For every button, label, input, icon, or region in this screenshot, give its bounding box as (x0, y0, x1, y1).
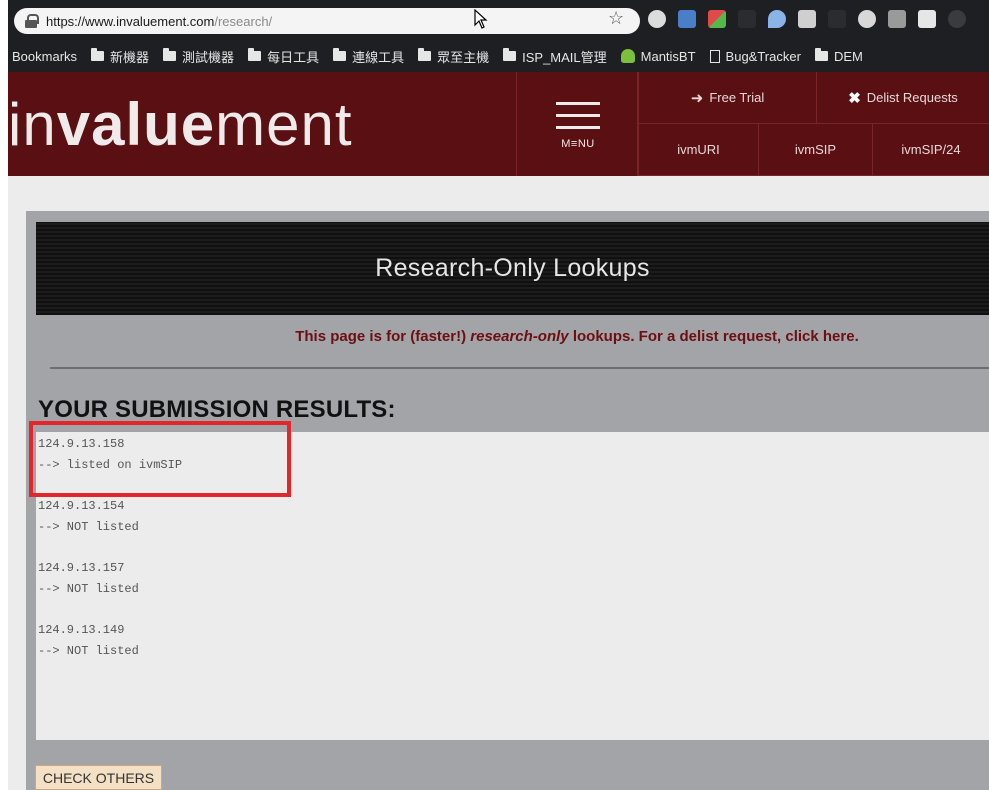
extension-icon[interactable] (708, 10, 726, 28)
results-heading: YOUR SUBMISSION RESULTS: (38, 396, 396, 423)
result-status: --> NOT listed (38, 644, 139, 658)
page-banner: Research-Only Lookups (36, 222, 989, 315)
url-host: https://www.invaluement.com (46, 13, 215, 29)
bookmark-item[interactable]: 新機器 (91, 47, 149, 66)
divider (50, 367, 989, 369)
menu-button[interactable]: M≡NU (516, 72, 638, 176)
result-item: 124.9.13.149 --> NOT listed (38, 620, 139, 662)
result-ip: 124.9.13.154 (38, 499, 125, 513)
bookmark-item[interactable]: 測試機器 (163, 47, 234, 66)
nav-ivmsip24[interactable]: ivmSIP/24 (872, 124, 989, 176)
nav-ivmuri[interactable]: ivmURI (638, 124, 758, 176)
check-others-button[interactable]: CHECK OTHERS (35, 765, 162, 790)
highlight-annotation (29, 421, 291, 497)
result-item: 124.9.13.157 --> NOT listed (38, 558, 139, 600)
hamburger-icon (556, 102, 600, 130)
notice-text: This page is for (faster!) research-only… (295, 328, 859, 345)
bookmark-item[interactable]: MantisBT (620, 49, 696, 64)
site-header: invaluement M≡NU ➜ Free Trial ✖ Delist R… (8, 72, 989, 176)
folder-icon (814, 48, 828, 61)
extension-icon[interactable] (858, 10, 876, 28)
folder-icon (418, 48, 432, 61)
result-item: 124.9.13.154 --> NOT listed (38, 496, 139, 538)
site-logo[interactable]: invaluement (8, 90, 353, 159)
close-icon: ✖ (848, 89, 861, 107)
bookmark-item[interactable]: 眾至主機 (418, 47, 489, 66)
page-title: Research-Only Lookups (375, 254, 650, 282)
extension-icon[interactable] (648, 10, 666, 28)
bookmark-star-icon[interactable]: ☆ (608, 8, 624, 29)
bookmark-item[interactable]: 每日工具 (248, 47, 319, 66)
result-status: --> NOT listed (38, 520, 139, 534)
folder-icon (248, 48, 262, 61)
mantis-icon (620, 49, 635, 63)
lock-icon (24, 14, 39, 28)
extension-icon[interactable] (768, 10, 786, 28)
free-trial-button[interactable]: ➜ Free Trial (638, 72, 816, 124)
mouse-cursor-icon (474, 9, 488, 29)
bookmarks-bar: Bookmarks 新機器 測試機器 每日工具 連線工具 眾至主機 ISP_MA… (8, 40, 989, 72)
bookmark-item[interactable]: DEM (814, 48, 863, 64)
extension-icon[interactable] (738, 10, 756, 28)
extension-icon[interactable] (918, 10, 936, 28)
sign-in-icon: ➜ (690, 89, 704, 107)
browser-address-bar: https://www.invaluement.com/research/ ☆ (8, 0, 989, 40)
extension-icon[interactable] (828, 10, 846, 28)
bookmark-item[interactable]: ISP_MAIL管理 (503, 47, 607, 66)
extension-icon[interactable] (888, 10, 906, 28)
delist-requests-button[interactable]: ✖ Delist Requests (816, 72, 989, 124)
url-field[interactable]: https://www.invaluement.com/research/ (14, 8, 640, 34)
delist-link[interactable]: lookups. For a delist request, click her… (569, 328, 859, 345)
extension-icon[interactable] (948, 10, 966, 28)
bookmarks-label[interactable]: Bookmarks (8, 49, 77, 64)
bookmark-item[interactable]: 連線工具 (333, 47, 404, 66)
folder-icon (91, 48, 105, 61)
document-icon (709, 49, 720, 63)
extension-icons (648, 10, 966, 28)
url-path: /research/ (214, 13, 273, 29)
result-ip: 124.9.13.149 (38, 623, 125, 637)
folder-icon (163, 48, 177, 61)
result-status: --> NOT listed (38, 582, 139, 596)
folder-icon (333, 48, 347, 61)
extension-icon[interactable] (798, 10, 816, 28)
menu-label: M≡NU (561, 138, 595, 150)
folder-icon (503, 48, 517, 61)
bookmark-item[interactable]: Bug&Tracker (709, 49, 801, 64)
extension-icon[interactable] (678, 10, 696, 28)
result-ip: 124.9.13.157 (38, 561, 125, 575)
nav-ivmsip[interactable]: ivmSIP (758, 124, 872, 176)
